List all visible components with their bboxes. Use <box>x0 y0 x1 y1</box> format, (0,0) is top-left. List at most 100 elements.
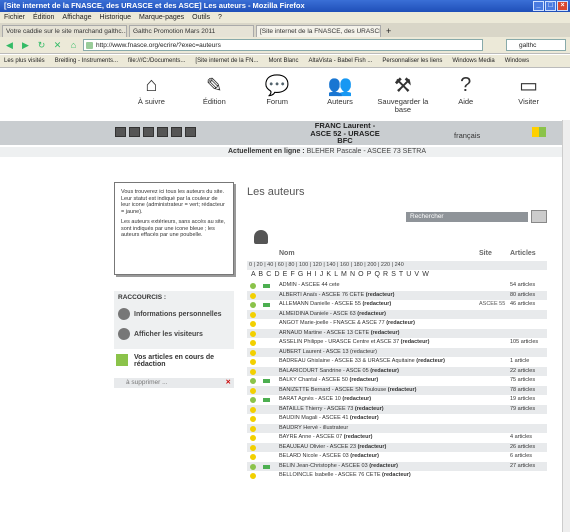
mail-icon[interactable] <box>171 127 182 137</box>
bookmark-item[interactable]: Windows Media <box>452 55 494 67</box>
author-name[interactable]: BADREAU Ghislaine - ASCEE 33 & URASCE Aq… <box>279 357 445 367</box>
alphabet-filter[interactable]: A B C D E F G H I J K L M N O P Q R S T … <box>251 271 429 278</box>
author-name[interactable]: BANIZETTE Bernard - ASCEE SN Toulouse (r… <box>279 386 416 396</box>
author-name[interactable]: BELLOINCLE Isabelle - ASCEE 76 CETE (red… <box>279 471 411 481</box>
menu-item-edition[interactable]: Édition <box>33 12 54 23</box>
tab-fnasce[interactable]: [Site internet de la FNASCE, des URASCE.… <box>256 25 381 37</box>
mail-icon[interactable] <box>263 379 270 383</box>
table-row[interactable]: BARAT Agnès - ASCE 10 (redacteur) 19 arti… <box>247 395 547 405</box>
maximize-icon[interactable]: □ <box>545 1 556 11</box>
nav-a-suivre[interactable]: ⌂ À suivre <box>120 72 183 118</box>
shortcut-informations-personnelles[interactable]: Informations personnelles <box>114 304 234 324</box>
author-name[interactable]: BARAT Agnès - ASCE 10 (redacteur) <box>279 395 371 405</box>
display-icon[interactable] <box>115 127 126 137</box>
table-row[interactable]: BEAUJEAU Olivier - ASCEE 23 (redacteur) 2… <box>247 442 547 453</box>
table-row[interactable]: ANGOT Marie-joelle - FNASCE & ASCE 77 (r… <box>247 319 547 329</box>
author-name[interactable]: BAUDRY Hervé - illustrateur <box>279 424 348 434</box>
minimize-icon[interactable]: _ <box>533 1 544 11</box>
bookmark-item[interactable]: Mont Blanc <box>268 55 298 67</box>
author-name[interactable]: ARNAUD Martine - ASCEE 13 CETE (redacteu… <box>279 329 399 339</box>
author-site[interactable]: ASCEE 55 <box>479 300 505 310</box>
table-row[interactable]: BAYRE Anne - ASCEE 07 (redacteur) 4 artic… <box>247 433 547 443</box>
author-name[interactable]: BELIN Jean-Christophe - ASCEE 03 (redact… <box>279 462 398 472</box>
new-tab-icon[interactable]: + <box>383 25 394 37</box>
eye-icon[interactable] <box>185 127 196 137</box>
table-row[interactable]: BANIZETTE Bernard - ASCEE SN Toulouse (r… <box>247 385 547 396</box>
table-row[interactable]: ARNAUD Martine - ASCEE 13 CETE (redacteu… <box>247 328 547 339</box>
author-name[interactable]: BALARICOURT Sandrine - ASCE 05 (redacteu… <box>279 367 399 377</box>
author-name[interactable]: BELARD Nicole - ASCEE 03 (redacteur) <box>279 452 379 462</box>
grid-icon[interactable] <box>129 127 140 137</box>
url-input[interactable]: http://www.fnasce.org/ecrire/?exec=auteu… <box>83 39 483 51</box>
mail-icon[interactable] <box>263 303 270 307</box>
author-name[interactable]: AUBERT Laurent - ASCE 13 (redacteur) <box>279 348 377 358</box>
search-icon[interactable] <box>531 210 547 223</box>
close-icon[interactable]: × <box>557 1 568 11</box>
color-scheme-icon[interactable] <box>532 127 546 137</box>
author-name[interactable]: ASSELIN Philippe - URASCE Centre et ASCE… <box>279 338 429 348</box>
author-name[interactable]: BAUDIN Magali - ASCEE 41 (redacteur) <box>279 414 379 424</box>
nav-edition[interactable]: ✎ Édition <box>183 72 246 118</box>
table-row[interactable]: BALARICOURT Sandrine - ASCE 05 (redacteu… <box>247 366 547 377</box>
back-icon[interactable]: ◀ <box>3 39 16 52</box>
nav-sauvegarder[interactable]: ⚒ Sauvegarder la base <box>371 72 434 118</box>
table-row[interactable]: BELARD Nicole - ASCEE 03 (redacteur) 6 ar… <box>247 452 547 462</box>
authors-search-input[interactable]: Rechercher <box>406 212 528 222</box>
scrollbar[interactable] <box>562 120 570 532</box>
bookmark-item[interactable]: Breitling - Instruments... <box>55 55 118 67</box>
nav-aide[interactable]: ? Aide <box>434 72 497 118</box>
author-name[interactable]: ALBERTI Anaïs - ASCEE 76 CETE (redacteur… <box>279 291 394 301</box>
shortcut-afficher-visiteurs[interactable]: Afficher les visiteurs <box>114 324 234 344</box>
author-name[interactable]: ALMEIDINA Daniele - ASCE 63 (redacteur) <box>279 310 386 320</box>
forward-icon[interactable]: ▶ <box>19 39 32 52</box>
bookmark-item[interactable]: Les plus visités <box>4 55 45 67</box>
author-name[interactable]: ADMIN - ASCEE 44 cete <box>279 281 340 291</box>
pagination[interactable]: 0 | 20 | 40 | 60 | 80 | 100 | 120 | 140 … <box>247 261 547 270</box>
table-row[interactable]: BALKY Chantal - ASCEE 50 (redacteur) 75 a… <box>247 376 547 386</box>
nav-visiter[interactable]: ▭ Visiter <box>497 72 560 118</box>
mail-icon[interactable] <box>263 398 270 402</box>
layout-icon[interactable] <box>157 127 168 137</box>
mail-icon[interactable] <box>263 284 270 288</box>
table-row[interactable]: BAUDRY Hervé - illustrateur <box>247 423 547 434</box>
author-name[interactable]: BALKY Chantal - ASCEE 50 (redacteur) <box>279 376 378 386</box>
author-name[interactable]: BEAUJEAU Olivier - ASCEE 23 (redacteur) <box>279 443 386 453</box>
zoom-icon[interactable] <box>143 127 154 137</box>
table-row[interactable]: BADREAU Ghislaine - ASCEE 33 & URASCE Aq… <box>247 357 547 367</box>
nav-auteurs[interactable]: 👥 Auteurs <box>309 72 372 118</box>
mail-icon[interactable] <box>263 464 270 469</box>
tab-caddie[interactable]: Votre caddie sur le site marchand galthc… <box>2 25 127 37</box>
table-row[interactable]: ASSELIN Philippe - URASCE Centre et ASCE… <box>247 338 547 348</box>
menu-item-outils[interactable]: Outils <box>192 12 210 23</box>
browser-search-input[interactable]: galthc <box>506 39 566 51</box>
table-row[interactable]: BATAILLE Thierry - ASCEE 73 (redacteur) 7… <box>247 404 547 415</box>
author-name[interactable]: ALLEMANN Danielle - ASCEE 55 (redacteur) <box>279 300 391 310</box>
bookmark-item[interactable]: Personnaliser les liens <box>382 55 442 67</box>
bookmark-item[interactable]: file:///C:/Documents... <box>128 55 185 67</box>
language-select[interactable]: français <box>454 131 480 140</box>
table-row[interactable]: BAUDIN Magali - ASCEE 41 (redacteur) <box>247 414 547 424</box>
draft-article-item[interactable]: à supprimer ... ✕ <box>114 378 234 388</box>
menu-item-marque-pages[interactable]: Marque-pages <box>139 12 184 23</box>
table-row[interactable]: ALBERTI Anaïs - ASCEE 76 CETE (redacteur… <box>247 290 547 301</box>
table-row[interactable]: AUBERT Laurent - ASCE 13 (redacteur) <box>247 347 547 358</box>
table-row[interactable]: ADMIN - ASCEE 44 cete 54 articles <box>247 281 547 291</box>
author-name[interactable]: BATAILLE Thierry - ASCEE 73 (redacteur) <box>279 405 384 415</box>
table-row[interactable]: ALMEIDINA Daniele - ASCE 63 (redacteur) <box>247 309 547 320</box>
tab-galthc-promotion[interactable]: Galthc Promotion Mars 2011 <box>129 25 254 37</box>
stop-icon[interactable]: ✕ <box>51 39 64 52</box>
bookmark-item[interactable]: AltaVista - Babel Fish ... <box>308 55 372 67</box>
table-row[interactable]: ALLEMANN Danielle - ASCEE 55 (redacteur)… <box>247 300 547 310</box>
author-name[interactable]: ANGOT Marie-joelle - FNASCE & ASCE 77 (r… <box>279 319 415 329</box>
delete-icon[interactable]: ✕ <box>226 378 231 388</box>
bookmark-item[interactable]: [Site internet de la FN... <box>195 55 258 67</box>
nav-forum[interactable]: 💬 Forum <box>246 72 309 118</box>
bookmark-item[interactable]: Windows <box>505 55 529 67</box>
menu-item-affichage[interactable]: Affichage <box>62 12 91 23</box>
home-icon[interactable]: ⌂ <box>67 39 80 52</box>
table-row[interactable]: BELIN Jean-Christophe - ASCEE 03 (redact… <box>247 461 547 472</box>
online-names[interactable]: BLEHER Pascale - ASCEE 73 SETRA <box>307 148 426 155</box>
menu-item-fichier[interactable]: Fichier <box>4 12 25 23</box>
column-name[interactable]: Nom <box>279 250 295 257</box>
menu-item-help[interactable]: ? <box>218 12 222 23</box>
